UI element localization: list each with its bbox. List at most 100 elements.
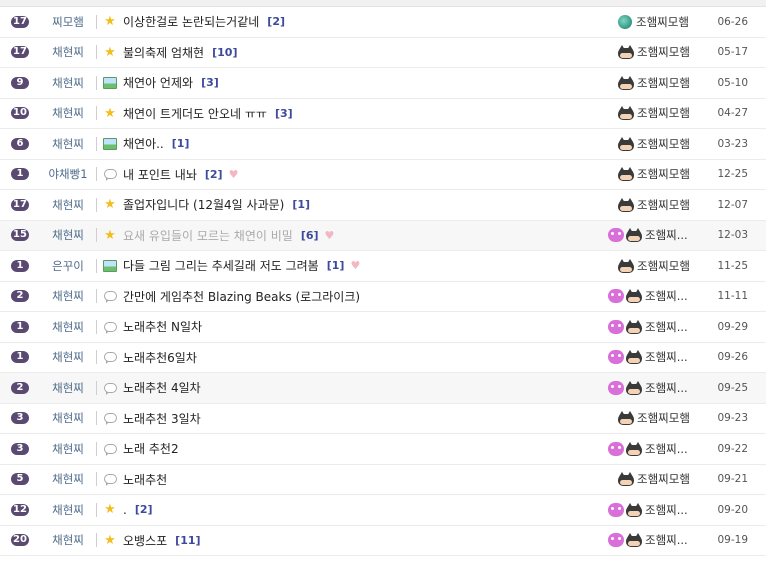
author-name[interactable]: 조햄찌...	[645, 227, 688, 243]
category-link[interactable]: 야채빵1	[44, 166, 92, 182]
table-row[interactable]: 17 찌모햄 ★ 이상한걸로 논란되는거같네 [2] 조햄찌모햄 06-26	[0, 7, 766, 38]
category-link[interactable]: 채현찌	[44, 502, 92, 518]
post-title-link[interactable]: 채연이 트게더도 안오네 ㅠㅠ	[123, 105, 267, 122]
author-cell[interactable]: 조햄찌...	[608, 343, 688, 373]
post-title-link[interactable]: .	[123, 503, 127, 517]
author-name[interactable]: 조햄찌...	[645, 288, 688, 304]
category-link[interactable]: 채현찌	[44, 44, 92, 60]
author-cell[interactable]: 조햄찌...	[608, 312, 688, 342]
post-title-link[interactable]: 불의축제 엄채현	[123, 44, 204, 61]
table-row[interactable]: 20 채현찌 ★ 오뱅스포 [11] 조햄찌... 09-19	[0, 526, 766, 556]
comment-count-badge[interactable]: 1	[11, 168, 29, 181]
post-title-link[interactable]: 다들 그림 그리는 추세길래 저도 그려봄	[123, 257, 319, 274]
table-row[interactable]: 1 은꾸이 다들 그림 그리는 추세길래 저도 그려봄 [1] ♥ 조햄찌모햄 11-25	[0, 251, 766, 282]
category-link[interactable]: 은꾸이	[44, 258, 92, 274]
author-name[interactable]: 조햄찌...	[645, 441, 688, 457]
comment-count-badge[interactable]: 1	[11, 351, 29, 364]
comment-count-badge[interactable]: 6	[11, 137, 29, 150]
comment-count-badge[interactable]: 5	[11, 473, 29, 486]
category-link[interactable]: 채현찌	[44, 380, 92, 396]
table-row[interactable]: 10 채현찌 ★ 채연이 트게더도 안오네 ㅠㅠ [3] 조햄찌모햄 04-27	[0, 99, 766, 129]
comment-count-badge[interactable]: 3	[11, 442, 29, 455]
author-cell[interactable]: 조햄찌...	[608, 434, 688, 464]
comment-count-badge[interactable]: 9	[11, 76, 29, 89]
table-row[interactable]: 1 야채빵1 내 포인트 내놔 [2] ♥ 조햄찌모햄 12-25	[0, 160, 766, 190]
author-name[interactable]: 조햄찌모햄	[637, 410, 690, 426]
table-row[interactable]: 17 채현찌 ★ 졸업자입니다 (12월4일 사과문) [1] 조햄찌모햄 12-07	[0, 190, 766, 221]
table-row[interactable]: 5 채현찌 노래추천 조햄찌모햄 09-21	[0, 465, 766, 495]
table-row[interactable]: 15 채현찌 ★ 요새 유입들이 모르는 채연이 비밀 [6] ♥ 조햄찌... 12-03	[0, 220, 766, 251]
comment-count-badge[interactable]: 1	[11, 320, 29, 333]
table-row[interactable]: 6 채현찌 채연아.. [1] 조햄찌모햄 03-23	[0, 129, 766, 160]
post-title-link[interactable]: 노래추천 4일차	[123, 379, 201, 396]
author-name[interactable]: 조햄찌모햄	[637, 197, 690, 213]
author-cell[interactable]: 조햄찌...	[608, 526, 688, 556]
table-row[interactable]: 3 채현찌 노래추천 3일차 조햄찌모햄 09-23	[0, 404, 766, 434]
table-row[interactable]: 1 채현찌 노래추천 N일차 조햄찌... 09-29	[0, 312, 766, 343]
category-link[interactable]: 채현찌	[44, 105, 92, 121]
post-title-link[interactable]: 노래추천	[123, 471, 167, 488]
author-name[interactable]: 조햄찌모햄	[637, 75, 690, 91]
author-cell[interactable]: 조햄찌모햄	[618, 129, 690, 159]
author-name[interactable]: 조햄찌...	[645, 502, 688, 518]
comment-count-badge[interactable]: 3	[11, 412, 29, 425]
comment-count-badge[interactable]: 20	[11, 534, 29, 547]
author-cell[interactable]: 조햄찌모햄	[618, 38, 690, 68]
category-link[interactable]: 채현찌	[44, 319, 92, 335]
category-link[interactable]: 채현찌	[44, 532, 92, 548]
author-name[interactable]: 조햄찌모햄	[637, 136, 690, 152]
post-title-link[interactable]: 오뱅스포	[123, 532, 167, 549]
table-row[interactable]: 12 채현찌 ★. [2] 조햄찌... 09-20	[0, 495, 766, 526]
table-row[interactable]: 1 채현찌 노래추천6일차 조햄찌... 09-26	[0, 343, 766, 373]
author-cell[interactable]: 조햄찌모햄	[618, 160, 690, 190]
post-title-link[interactable]: 노래추천 N일차	[123, 318, 202, 335]
table-row[interactable]: 2 채현찌 간만에 게임추천 Blazing Beaks (로그라이크) 조햄찌...…	[0, 282, 766, 312]
category-link[interactable]: 찌모햄	[44, 14, 92, 30]
author-cell[interactable]: 조햄찌모햄	[618, 465, 690, 495]
category-link[interactable]: 채현찌	[44, 75, 92, 91]
post-title-link[interactable]: 요새 유입들이 모르는 채연이 비밀	[123, 227, 293, 244]
author-cell[interactable]: 조햄찌모햄	[618, 404, 690, 434]
category-link[interactable]: 채현찌	[44, 349, 92, 365]
comment-count-badge[interactable]: 17	[11, 15, 29, 28]
author-name[interactable]: 조햄찌모햄	[637, 44, 690, 60]
table-row[interactable]: 9 채현찌 채연아 언제와 [3] 조햄찌모햄 05-10	[0, 68, 766, 99]
author-cell[interactable]: 조햄찌모햄	[618, 190, 690, 220]
comment-count-badge[interactable]: 15	[11, 229, 29, 242]
post-title-link[interactable]: 이상한걸로 논란되는거같네	[123, 13, 259, 30]
category-link[interactable]: 채현찌	[44, 227, 92, 243]
author-cell[interactable]: 조햄찌모햄	[618, 68, 690, 98]
comment-count-badge[interactable]: 17	[11, 198, 29, 211]
comment-count-badge[interactable]: 1	[11, 259, 29, 272]
post-title-link[interactable]: 노래추천 3일차	[123, 410, 201, 427]
post-title-link[interactable]: 노래 추천2	[123, 440, 179, 457]
comment-count-badge[interactable]: 2	[11, 290, 29, 303]
author-cell[interactable]: 조햄찌모햄	[618, 251, 690, 281]
author-name[interactable]: 조햄찌모햄	[637, 471, 690, 487]
comment-count-badge[interactable]: 12	[11, 503, 29, 516]
post-title-link[interactable]: 간만에 게임추천 Blazing Beaks (로그라이크)	[123, 288, 360, 305]
author-name[interactable]: 조햄찌모햄	[637, 258, 690, 274]
author-cell[interactable]: 조햄찌모햄	[618, 99, 690, 129]
author-cell[interactable]: 조햄찌...	[608, 373, 688, 403]
category-link[interactable]: 채현찌	[44, 136, 92, 152]
author-cell[interactable]: 조햄찌...	[608, 495, 688, 525]
comment-count-badge[interactable]: 10	[11, 107, 29, 120]
author-name[interactable]: 조햄찌모햄	[637, 105, 690, 121]
author-name[interactable]: 조햄찌모햄	[636, 14, 689, 30]
author-name[interactable]: 조햄찌모햄	[637, 166, 690, 182]
post-title-link[interactable]: 채연아 언제와	[123, 74, 193, 91]
post-title-link[interactable]: 노래추천6일차	[123, 349, 197, 366]
author-name[interactable]: 조햄찌...	[645, 319, 688, 335]
table-row[interactable]: 17 채현찌 ★ 불의축제 엄채현 [10] 조햄찌모햄 05-17	[0, 38, 766, 68]
category-link[interactable]: 채현찌	[44, 471, 92, 487]
author-name[interactable]: 조햄찌...	[645, 380, 688, 396]
category-link[interactable]: 채현찌	[44, 288, 92, 304]
author-cell[interactable]: 조햄찌...	[608, 221, 688, 251]
author-name[interactable]: 조햄찌...	[645, 349, 688, 365]
author-name[interactable]: 조햄찌...	[645, 532, 688, 548]
category-link[interactable]: 채현찌	[44, 441, 92, 457]
post-title-link[interactable]: 채연아..	[123, 135, 164, 152]
post-title-link[interactable]: 졸업자입니다 (12월4일 사과문)	[123, 196, 284, 213]
category-link[interactable]: 채현찌	[44, 410, 92, 426]
